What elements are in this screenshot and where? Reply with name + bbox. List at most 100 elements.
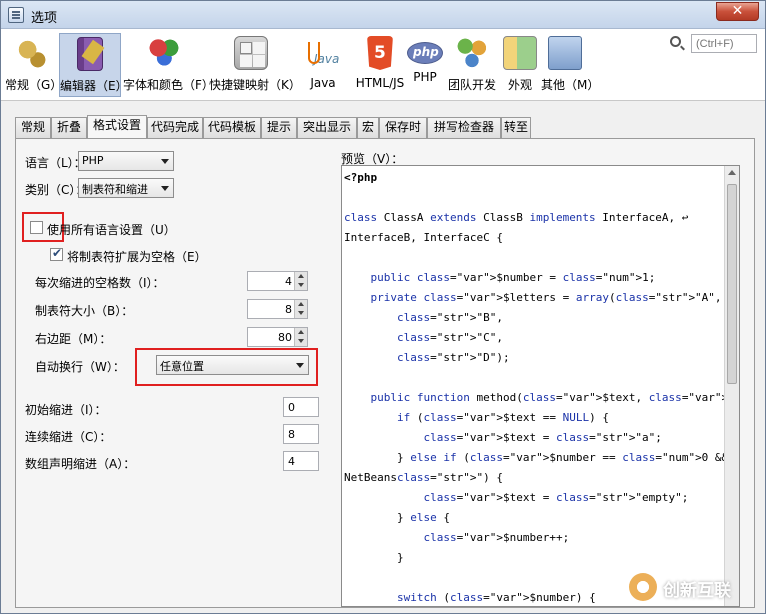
search-input[interactable]	[691, 34, 757, 53]
language-select-value: PHP	[82, 154, 104, 167]
window-title: 选项	[31, 11, 58, 26]
tab-folding[interactable]: 折叠	[51, 117, 87, 138]
code-line: <?php	[344, 171, 378, 184]
toolbar-item-team[interactable]: 团队开发	[445, 33, 499, 97]
continuation-indent-label: 连续缩进（C）：	[25, 430, 112, 444]
code-line: }	[344, 551, 404, 564]
line-wrap-label: 自动换行（W）：	[35, 360, 125, 374]
language-select[interactable]: PHP	[78, 151, 174, 171]
app-icon	[8, 7, 24, 23]
spaces-per-indent-spinner[interactable]: 4	[247, 271, 308, 291]
right-margin-label: 右边距（M）：	[35, 332, 112, 346]
options-dialog: 选项 ✕ 常规（G） 编辑器（E） 字体和颜色（F） 快捷键映射（K） Java…	[0, 0, 766, 614]
toolbar-item-label: Java	[310, 76, 336, 90]
spaces-per-indent-value: 4	[285, 275, 292, 288]
toolbar-item-editor[interactable]: 编辑器（E）	[59, 33, 128, 97]
decrement-icon[interactable]	[294, 281, 307, 290]
use-all-languages-checkbox[interactable]	[30, 221, 43, 234]
toolbar-item-label: 团队开发	[447, 78, 496, 92]
category-select-value: 制表符和缩进	[82, 183, 148, 196]
line-wrap-select-value: 任意位置	[160, 360, 204, 373]
increment-icon[interactable]	[294, 272, 307, 281]
vertical-scrollbar[interactable]	[724, 166, 739, 606]
decrement-icon[interactable]	[294, 337, 307, 346]
category-select[interactable]: 制表符和缩进	[78, 178, 174, 198]
tab-general[interactable]: 常规	[15, 117, 51, 138]
php-icon	[407, 42, 443, 64]
miscellaneous-icon	[548, 36, 582, 70]
toolbar-item-label: 编辑器（E）	[60, 79, 128, 93]
code-line: class="str">"D");	[396, 351, 510, 364]
chevron-down-icon	[161, 159, 169, 164]
toolbar-item-php[interactable]: PHP	[407, 33, 443, 97]
tab-formatting[interactable]: 格式设置	[87, 115, 147, 138]
increment-icon[interactable]	[294, 300, 307, 309]
continuation-indent-field[interactable]: 8	[283, 424, 319, 444]
team-icon	[455, 36, 489, 70]
code-line: } else {	[344, 511, 450, 524]
tab-macros[interactable]: 宏	[357, 117, 379, 138]
search-icon	[670, 36, 681, 47]
tab-on-save[interactable]: 保存时	[379, 117, 427, 138]
toolbar-item-fonts-colors[interactable]: 字体和颜色（F）	[123, 33, 214, 97]
code-preview[interactable]: <?php class ClassA extends ClassB impleme…	[341, 165, 740, 607]
toolbar-item-general[interactable]: 常规（G）	[5, 33, 63, 97]
editor-icon	[77, 37, 103, 71]
toolbar-item-appearance[interactable]: 外观	[501, 33, 539, 97]
tab-highlighting[interactable]: 突出显示	[297, 117, 357, 138]
initial-indent-label: 初始缩进（I）：	[25, 403, 107, 417]
close-icon: ✕	[731, 3, 744, 19]
fonts-colors-icon	[148, 36, 182, 70]
scroll-up-icon[interactable]	[728, 170, 736, 175]
code-line: class="str">"C",	[396, 331, 503, 344]
watermark: 创新互联	[629, 571, 759, 603]
array-declaration-indent-field[interactable]: 4	[283, 451, 319, 471]
chevron-down-icon	[296, 363, 304, 368]
toolbar-item-label: 其他（M）	[541, 78, 600, 92]
appearance-icon	[503, 36, 537, 70]
line-wrap-select[interactable]: 任意位置	[156, 355, 309, 375]
tab-code-completion[interactable]: 代码完成	[147, 117, 203, 138]
expand-tabs-label: 将制表符扩展为空格（E）	[67, 250, 207, 264]
code-line: NetBeansclass="str">") {	[344, 471, 503, 484]
toolbar-item-label: HTML/JS	[355, 76, 405, 90]
spaces-per-indent-label: 每次缩进的空格数（I）：	[35, 276, 165, 290]
array-declaration-indent-label: 数组声明缩进（A）：	[25, 457, 136, 471]
tab-size-spinner[interactable]: 8	[247, 299, 308, 319]
keymap-icon	[234, 36, 268, 70]
code-line: private class="var">$letters = array(cla…	[370, 291, 722, 304]
java-icon	[306, 36, 340, 70]
scrollbar-thumb[interactable]	[727, 184, 737, 384]
toolbar-item-label: 常规（G）	[5, 78, 63, 92]
tab-go-to[interactable]: 转至	[501, 117, 531, 138]
toolbar-item-label: 快捷键映射（K）	[209, 78, 301, 92]
tab-code-templates[interactable]: 代码模板	[203, 117, 261, 138]
toolbar-item-java[interactable]: Java	[297, 33, 349, 97]
code-line: } else if (class="var">$number == class=…	[344, 451, 739, 464]
tab-spellchecker[interactable]: 拼写检查器	[427, 117, 501, 138]
language-label: 语言（L）：	[25, 156, 86, 170]
increment-icon[interactable]	[294, 328, 307, 337]
toolbar-item-keymap[interactable]: 快捷键映射（K）	[209, 33, 301, 97]
expand-tabs-checkbox[interactable]	[50, 246, 63, 261]
html5-icon	[367, 36, 393, 70]
watermark-logo	[629, 573, 657, 601]
chevron-down-icon	[161, 186, 169, 191]
tab-hints[interactable]: 提示	[261, 117, 297, 138]
right-margin-spinner[interactable]: 80	[247, 327, 308, 347]
decrement-icon[interactable]	[294, 309, 307, 318]
initial-indent-field[interactable]: 0	[283, 397, 319, 417]
close-button[interactable]: ✕	[716, 2, 759, 21]
code-line: public function method(class="var">$text…	[370, 391, 740, 404]
watermark-text: 创新互联	[663, 581, 731, 601]
code-line: InterfaceB, InterfaceC {	[344, 231, 503, 244]
toolbar-item-label: PHP	[413, 70, 437, 84]
toolbar-item-html-js[interactable]: HTML/JS	[353, 33, 407, 97]
title-bar: 选项 ✕	[1, 1, 765, 29]
toolbar-item-miscellaneous[interactable]: 其他（M）	[541, 33, 600, 97]
tab-size-label: 制表符大小（B）：	[35, 304, 134, 318]
code-text: <?php class ClassA extends ClassB impleme…	[344, 168, 740, 606]
